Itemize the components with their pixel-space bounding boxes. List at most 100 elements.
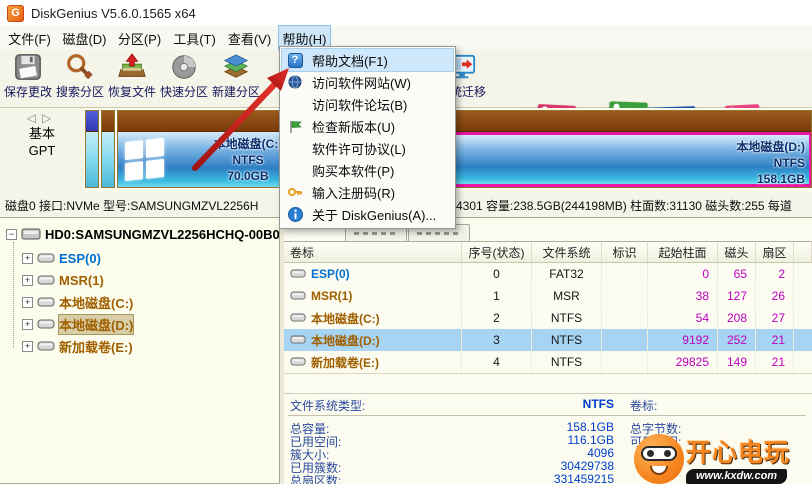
flag-icon [287, 118, 303, 134]
table-row-c[interactable]: 本地磁盘(C:) 2 NTFS 54 208 27 [284, 307, 812, 329]
total-sectors-label: 总扇区数: [290, 474, 342, 484]
watermark-mascot-icon [634, 434, 684, 484]
tree-item-e[interactable]: + 新加载卷(E:) [22, 336, 133, 357]
cluster-size-value: 4096 [587, 446, 614, 460]
volume-label-label: 卷标: [630, 399, 658, 413]
partition-d-name: 本地磁盘(D:) [736, 140, 805, 154]
col-seq-status[interactable]: 序号(状态) [462, 242, 532, 262]
menu-disk[interactable]: 磁盘(D) [59, 26, 110, 51]
search-partition-button[interactable]: 搜索分区 [54, 52, 106, 105]
menu-item-register-code[interactable]: 输入注册码(R) [280, 181, 455, 203]
expand-icon[interactable]: + [22, 253, 33, 264]
watermark: 开心电玩 www.kxdw.com [634, 434, 812, 484]
total-capacity-value: 158.1GB [566, 420, 614, 434]
save-icon [15, 54, 41, 80]
toolbar-button-label: 搜索分区 [55, 85, 104, 99]
partition-d-size: 158.1GB [756, 172, 805, 186]
menu-file[interactable]: 文件(F) [4, 26, 55, 51]
fs-type-value: NTFS [582, 397, 614, 411]
col-filesystem[interactable]: 文件系统 [532, 242, 602, 262]
tree-item-c[interactable]: + 本地磁盘(C:) [22, 292, 133, 313]
collapse-icon[interactable]: − [6, 229, 17, 240]
disk-info-right: 4301 容量:238.5GB(244198MB) 柱面数:31130 磁头数:… [456, 199, 792, 213]
menu-tools[interactable]: 工具(T) [169, 26, 220, 51]
tree-item-msr[interactable]: + MSR(1) [22, 270, 104, 291]
col-flag[interactable]: 标识 [602, 242, 648, 262]
disk-tree-panel: − HD0:SAMSUNGMZVL2256HCHQ-00B00 + ESP(0)… [0, 217, 280, 484]
total-sectors-value: 331459215 [553, 472, 614, 484]
col-start-cylinder[interactable]: 起始柱面 [648, 242, 718, 262]
save-changes-button[interactable]: 保存更改 [2, 52, 54, 105]
tree-item-label: 本地磁盘(D:) [57, 314, 135, 335]
tree-item-hd0[interactable]: − HD0:SAMSUNGMZVL2256HCHQ-00B00 [6, 224, 279, 245]
watermark-brand: 开心电玩 [686, 439, 791, 467]
expand-icon[interactable]: + [22, 341, 33, 352]
partition-icon [290, 269, 306, 278]
help-doc-icon: ? [287, 52, 303, 68]
new-partition-button[interactable]: 新建分区 [210, 52, 262, 105]
disk-type-basic: 基本 [28, 126, 55, 141]
menu-item-website[interactable]: 访问软件网站(W) [280, 71, 455, 93]
expand-icon[interactable]: + [22, 319, 33, 330]
col-sector[interactable]: 扇区 [756, 242, 794, 262]
col-volume-label[interactable]: 卷标 [284, 242, 462, 262]
help-dropdown-menu: ? 帮助文档(F1) 访问软件网站(W) 访问软件论坛(B) 检查新版本(U) … [279, 46, 456, 229]
details-divider [288, 415, 806, 416]
menu-item-check-update[interactable]: 检查新版本(U) [280, 115, 455, 137]
partition-icon [290, 357, 306, 366]
quick-partition-icon [172, 55, 196, 79]
menu-item-buy[interactable]: 购买本软件(P) [280, 159, 455, 181]
partition-icon [290, 291, 306, 300]
tree-item-esp[interactable]: + ESP(0) [22, 248, 101, 269]
next-disk-arrow-icon[interactable]: ▷ [42, 111, 57, 125]
expand-icon[interactable]: + [22, 297, 33, 308]
menu-item-help-doc[interactable]: ? 帮助文档(F1) [281, 48, 454, 72]
menu-item-about[interactable]: 关于 DiskGenius(A)... [280, 203, 455, 225]
menu-item-license[interactable]: 软件许可协议(L) [280, 137, 455, 159]
disk-type-gpt: GPT [28, 143, 56, 158]
fs-type-label: 文件系统类型: [290, 399, 366, 413]
tree-item-label: ESP(0) [59, 251, 101, 266]
partition-block-msr[interactable] [101, 110, 115, 188]
partition-d-fs: NTFS [773, 156, 805, 170]
disk-nav-panel: ◁▷ 基本 GPT [0, 108, 84, 192]
menu-view[interactable]: 查看(V) [224, 26, 275, 51]
title-bar: G DiskGenius V5.6.0.1565 x64 [0, 0, 812, 26]
app-logo-icon: G [7, 4, 24, 22]
toolbar-button-label: 恢复文件 [107, 85, 156, 99]
info-icon [287, 206, 303, 222]
partition-icon [37, 275, 55, 285]
col-head[interactable]: 磁头 [718, 242, 756, 262]
window-title: DiskGenius V5.6.0.1565 x64 [31, 5, 196, 21]
search-partition-icon [67, 54, 93, 79]
partition-block-esp[interactable] [85, 110, 99, 188]
recover-files-button[interactable]: 恢复文件 [106, 52, 158, 105]
partition-table: 卷标 序号(状态) 文件系统 标识 起始柱面 磁头 扇区 ESP(0) 0 FA… [284, 241, 812, 374]
toolbar-button-label: 新建分区 [211, 85, 260, 99]
table-row-msr[interactable]: MSR(1) 1 MSR 38 127 26 [284, 285, 812, 307]
disk-icon [21, 228, 41, 240]
tree-item-d-selected[interactable]: + 本地磁盘(D:) [22, 314, 135, 335]
tree-item-label: 新加载卷(E:) [59, 340, 133, 355]
partition-icon [37, 297, 55, 307]
tree-connector-line [13, 242, 14, 348]
quick-partition-button[interactable]: 快速分区 [158, 52, 210, 105]
toolbar-button-label: 快速分区 [159, 85, 208, 99]
table-row-esp[interactable]: ESP(0) 0 FAT32 0 65 2 [284, 263, 812, 285]
tree-item-label: 本地磁盘(C:) [59, 296, 134, 311]
used-space-value: 116.1GB [567, 433, 614, 447]
menu-item-forum[interactable]: 访问软件论坛(B) [280, 93, 455, 115]
recover-files-icon [118, 53, 146, 77]
expand-icon[interactable]: + [22, 275, 33, 286]
windows-logo-icon [125, 137, 164, 182]
new-partition-icon [223, 54, 249, 78]
partition-icon [290, 335, 306, 344]
menu-partition[interactable]: 分区(P) [114, 26, 165, 51]
key-icon [287, 184, 303, 200]
tree-item-label: MSR(1) [59, 273, 104, 288]
table-row-e[interactable]: 新加载卷(E:) 4 NTFS 29825 149 21 [284, 351, 812, 373]
prev-disk-arrow-icon[interactable]: ◁ [27, 111, 42, 125]
table-row-d-selected[interactable]: 本地磁盘(D:) 3 NTFS 9192 252 21 [284, 329, 812, 351]
toolbar-button-label: 保存更改 [3, 85, 52, 99]
table-header-row: 卷标 序号(状态) 文件系统 标识 起始柱面 磁头 扇区 [284, 242, 812, 263]
